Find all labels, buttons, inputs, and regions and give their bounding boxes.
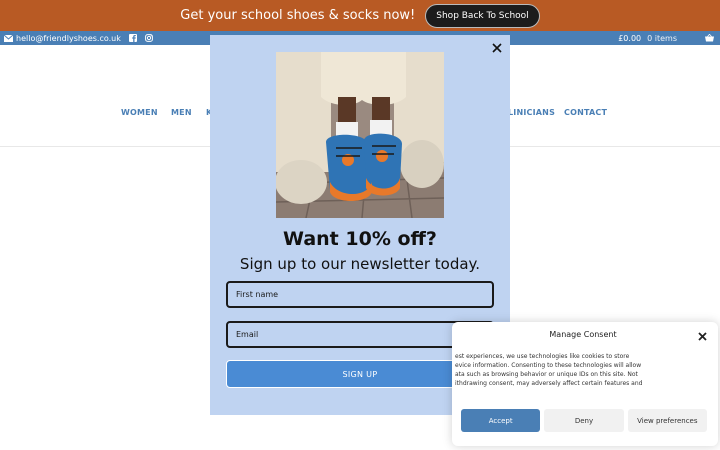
basket-icon[interactable]: [705, 34, 714, 42]
first-name-field[interactable]: [226, 281, 494, 308]
kids-shoes-photo: [276, 52, 444, 218]
popup-title: Want 10% off?: [283, 228, 437, 250]
cookie-consent-panel: Manage Consent est experiences, we use t…: [452, 322, 718, 446]
cart-items-count: 0 items: [647, 33, 677, 43]
nav-item-women[interactable]: WOMEN: [121, 108, 158, 117]
cart-total[interactable]: £0.00: [618, 34, 641, 43]
deny-button[interactable]: Deny: [544, 409, 624, 432]
consent-buttons: Accept Deny View preferences: [461, 409, 707, 432]
nav-item-contact[interactable]: CONTACT: [564, 108, 607, 117]
facebook-icon[interactable]: [128, 34, 137, 42]
consent-body: est experiences, we use technologies lik…: [455, 353, 643, 387]
envelope-icon: [4, 34, 13, 42]
view-preferences-button[interactable]: View preferences: [627, 409, 707, 432]
shop-back-to-school-button[interactable]: Shop Back To School: [425, 3, 540, 28]
email-link[interactable]: hello@friendlyshoes.co.uk: [4, 34, 121, 43]
popup-subtitle: Sign up to our newsletter today.: [239, 255, 481, 273]
close-icon[interactable]: [696, 330, 708, 342]
nav-item-clinicians[interactable]: LINICIANS: [508, 108, 555, 117]
promo-text: Get your school shoes & socks now!: [180, 8, 416, 23]
close-icon[interactable]: [490, 41, 504, 55]
accept-button[interactable]: Accept: [461, 409, 541, 432]
promo-banner: Get your school shoes & socks now! Shop …: [0, 0, 720, 31]
nav-item-men[interactable]: MEN: [171, 108, 192, 117]
instagram-icon[interactable]: [144, 34, 153, 42]
email-text: hello@friendlyshoes.co.uk: [16, 33, 121, 43]
consent-title: Manage Consent: [549, 330, 617, 339]
